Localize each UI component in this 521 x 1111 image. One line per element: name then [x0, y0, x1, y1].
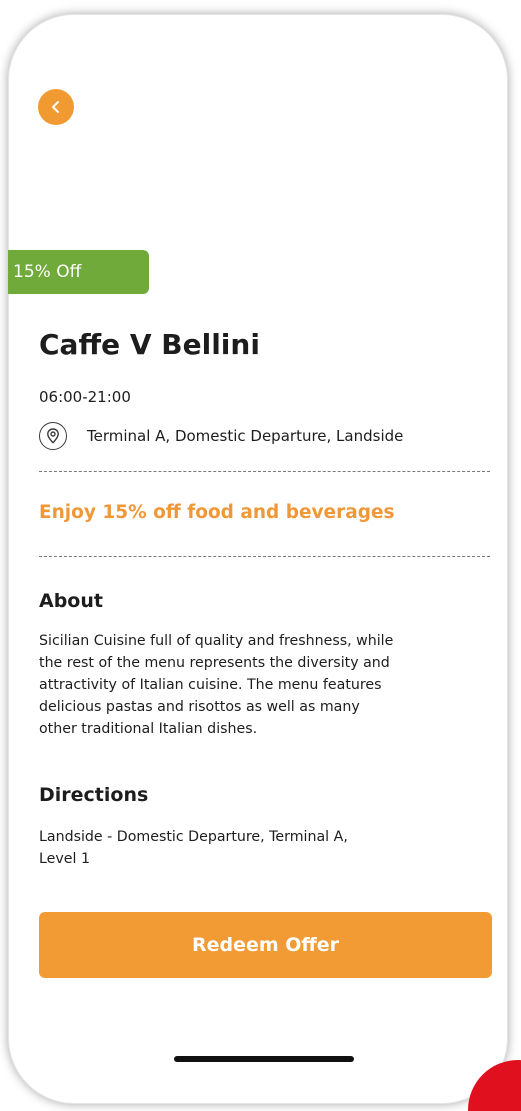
divider-bottom — [39, 556, 490, 557]
screen: 15% Off Caffe V Bellini 06:00-21:00 Term… — [0, 0, 521, 1111]
phone-frame: 15% Off Caffe V Bellini 06:00-21:00 Term… — [8, 14, 508, 1104]
home-indicator[interactable] — [174, 1056, 354, 1062]
divider-top — [39, 471, 490, 472]
opening-hours: 06:00-21:00 — [39, 388, 131, 406]
offer-headline: Enjoy 15% off food and beverages — [39, 502, 395, 523]
about-text: Sicilian Cuisine full of quality and fre… — [39, 633, 394, 737]
about-heading: About — [39, 590, 103, 612]
page-title: Caffe V Bellini — [39, 328, 260, 361]
back-button[interactable] — [38, 89, 74, 125]
chevron-left-icon — [52, 101, 59, 113]
location-pin-icon — [39, 422, 67, 450]
directions-heading: Directions — [39, 784, 149, 806]
discount-badge: 15% Off — [8, 250, 149, 294]
location-row: Terminal A, Domestic Departure, Landside — [39, 422, 403, 450]
directions-text: Landside - Domestic Departure, Terminal … — [39, 829, 348, 867]
redeem-offer-button[interactable]: Redeem Offer — [39, 912, 492, 978]
location-text: Terminal A, Domestic Departure, Landside — [87, 427, 404, 445]
